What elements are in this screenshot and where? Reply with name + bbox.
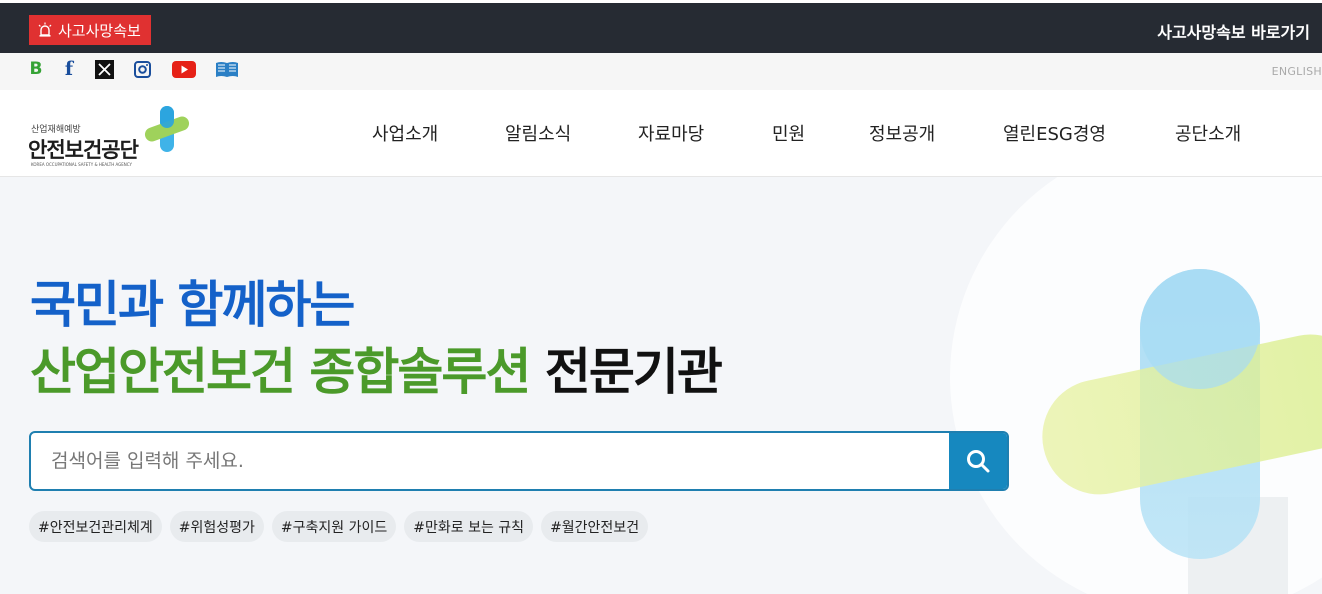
nav-business[interactable]: 사업소개 — [372, 120, 438, 146]
search-button[interactable] — [949, 433, 1007, 489]
x-icon[interactable] — [94, 59, 114, 79]
kosha-logo[interactable]: 산업재해예방 안전보건공단 KOREA OCCUPATIONAL SAFETY … — [28, 104, 198, 168]
hashtag-safety-system[interactable]: #안전보건관리체계 — [29, 511, 162, 542]
nav-disclosure[interactable]: 정보공개 — [869, 120, 935, 146]
hero-section: 국민과 함께하는 산업안전보건 종합솔루션 전문기관 #안전보건관리체계 #위험… — [0, 177, 1322, 594]
hero-headline-line1: 국민과 함께하는 — [30, 276, 355, 334]
siren-icon — [38, 22, 52, 37]
site-header: 산업재해예방 안전보건공단 KOREA OCCUPATIONAL SAFETY … — [0, 90, 1322, 177]
nav-resources[interactable]: 자료마당 — [638, 120, 704, 146]
social-bar: B f ENGLISH — [0, 53, 1322, 90]
accident-news-link[interactable]: 사고사망속보 바로가기 — [1157, 19, 1310, 43]
nav-esg[interactable]: 열린ESG경영 — [1003, 120, 1106, 146]
facebook-icon[interactable]: f — [62, 58, 76, 80]
logo-english-name: KOREA OCCUPATIONAL SAFETY & HEALTH AGENC… — [31, 162, 132, 167]
instagram-icon[interactable] — [133, 59, 151, 79]
hashtag-comic-rules[interactable]: #만화로 보는 규칙 — [404, 511, 534, 542]
alert-label: 사고사망속보 — [58, 21, 141, 40]
nav-about[interactable]: 공단소개 — [1175, 120, 1241, 146]
search-box — [29, 431, 1009, 491]
hero-headline-black: 전문기관 — [544, 343, 723, 401]
logo-name: 안전보건공단 — [28, 138, 139, 162]
hashtag-risk-assessment[interactable]: #위험성평가 — [169, 511, 264, 542]
nav-news[interactable]: 알림소식 — [505, 120, 571, 146]
hashtag-build-guide[interactable]: #구축지원 가이드 — [271, 511, 397, 542]
accident-alert-badge[interactable]: 사고사망속보 — [29, 15, 151, 45]
hero-cross-illustration — [950, 177, 1322, 594]
top-bar: 사고사망속보 사고사망속보 바로가기 — [0, 0, 1322, 53]
cross-symbol-icon — [144, 106, 190, 152]
search-input[interactable] — [31, 433, 952, 489]
hero-headline-line2: 산업안전보건 종합솔루션 전문기관 — [30, 347, 723, 397]
search-icon — [967, 450, 990, 473]
english-link[interactable]: ENGLISH — [1272, 65, 1322, 78]
hero-headline-green: 산업안전보건 종합솔루션 — [30, 343, 531, 401]
hashtag-monthly-magazine[interactable]: #월간안전보건 — [541, 511, 649, 542]
nav-civil-petition[interactable]: 민원 — [772, 120, 805, 146]
ebook-icon[interactable] — [214, 59, 239, 79]
blog-icon[interactable]: B — [28, 59, 44, 79]
hashtag-list: #안전보건관리체계 #위험성평가 #구축지원 가이드 #만화로 보는 규칙 #월… — [29, 511, 649, 542]
youtube-icon[interactable] — [171, 59, 196, 79]
